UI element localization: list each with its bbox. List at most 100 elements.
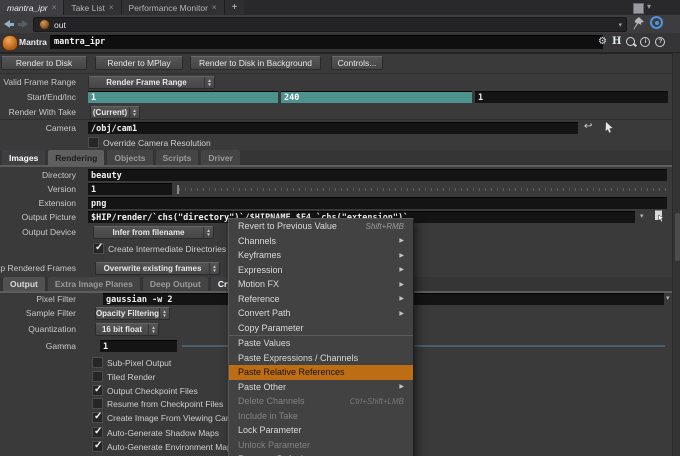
sub-pixel-output-checkbox[interactable]: ✓ <box>92 357 103 368</box>
auto-generate-environment-maps-checkbox[interactable]: ✓ <box>92 441 103 452</box>
radial-menu-icon[interactable] <box>650 16 663 29</box>
menu-item-channels[interactable]: Channels ▶ <box>229 234 413 249</box>
shortcut-label: Ctrl+Shift+LMB <box>350 397 404 406</box>
close-icon[interactable]: × <box>109 4 114 12</box>
tab-objects[interactable]: Objects <box>107 150 152 165</box>
select-operator-icon[interactable] <box>602 121 615 134</box>
output-picture-menu-caret-icon[interactable]: ▾ <box>640 211 644 223</box>
pane-tab-performance-monitor[interactable]: Performance Monitor × <box>122 0 225 15</box>
menu-item-lock-parameter[interactable]: Lock Parameter <box>229 423 413 438</box>
scrollbar-thumb[interactable] <box>675 213 680 261</box>
pin-icon[interactable] <box>632 17 644 30</box>
tiled-render-label: Tiled Render <box>107 372 155 382</box>
version-field[interactable]: 1 <box>88 183 172 195</box>
sample-filter-label: Sample Filter <box>26 307 76 320</box>
frame-inc-field[interactable]: 1 <box>475 91 668 103</box>
vertical-scrollbar[interactable] <box>672 53 680 456</box>
shortcut-label: Shift+RMB <box>366 222 404 231</box>
create-intermediate-directories-checkbox[interactable]: ✓ <box>93 243 104 254</box>
output-device-dropdown[interactable]: Infer from filename ▴▾ <box>93 226 214 239</box>
pane-tab-take-list[interactable]: Take List × <box>64 0 121 15</box>
pane-tab-mantra-ipr[interactable]: mantra_ipr × <box>0 0 64 15</box>
gamma-field[interactable]: 1 <box>100 340 177 352</box>
skip-rendered-frames-value: Overwrite existing frames <box>96 263 209 274</box>
pane-menu-caret-icon[interactable]: ▾ <box>647 2 651 11</box>
submenu-arrow-icon: ▶ <box>399 383 404 390</box>
override-camera-resolution-checkbox[interactable]: ✓ <box>88 137 99 148</box>
path-dropdown-caret-icon[interactable]: ▾ <box>618 21 622 29</box>
menu-item-delete-channels[interactable]: Delete Channels Ctrl+Shift+LMB <box>229 394 413 409</box>
jump-to-operator-icon[interactable]: ↩ <box>584 121 592 133</box>
submenu-arrow-icon: ▶ <box>399 237 404 244</box>
search-icon[interactable] <box>626 37 635 46</box>
menu-item-copy-parameter[interactable]: Copy Parameter <box>229 321 413 336</box>
parameter-context-menu: Revert to Previous Value Shift+RMB Chann… <box>228 218 414 456</box>
subtab-deep-output[interactable]: Deep Output <box>143 277 208 291</box>
menu-item-paste-values[interactable]: Paste Values <box>229 336 413 351</box>
camera-field[interactable]: /obj/cam1 <box>88 122 578 134</box>
pixel-filter-label: Pixel Filter <box>36 293 76 305</box>
new-pane-tab-button[interactable]: + <box>225 0 245 15</box>
sample-filter-dropdown[interactable]: Opacity Filtering ▴▾ <box>95 307 170 320</box>
maximize-pane-icon[interactable] <box>633 3 644 14</box>
close-icon[interactable]: × <box>212 4 217 12</box>
controls-button[interactable]: Controls... <box>331 56 383 70</box>
menu-item-paste-expressions-channels[interactable]: Paste Expressions / Channels <box>229 351 413 366</box>
tiled-render-checkbox[interactable]: ✓ <box>92 371 103 382</box>
frame-end-field[interactable]: 240 <box>281 91 472 103</box>
close-icon[interactable]: × <box>52 4 57 12</box>
subtab-extra-image-planes[interactable]: Extra Image Planes <box>48 277 140 291</box>
start-end-inc-label: Start/End/Inc <box>27 91 76 104</box>
menu-item-paste-other[interactable]: Paste Other ▶ <box>229 380 413 395</box>
node-name-field[interactable]: mantra_ipr <box>50 35 603 49</box>
info-icon[interactable]: i <box>640 37 650 47</box>
subtab-output[interactable]: Output <box>3 277 45 291</box>
tab-scripts[interactable]: Scripts <box>156 150 199 165</box>
resume-from-checkpoint-files-checkbox[interactable]: ✓ <box>92 398 103 409</box>
forward-arrow-icon[interactable] <box>18 20 28 28</box>
menu-item-include-in-take[interactable]: Include in Take <box>229 409 413 424</box>
menu-item-paste-relative-references[interactable]: Paste Relative References <box>229 365 413 380</box>
pane-tab-label: Take List <box>71 3 105 13</box>
skip-rendered-frames-label: Skip Rendered Frames <box>0 262 76 275</box>
gear-icon[interactable]: ⚙ <box>598 37 607 47</box>
output-checkpoint-files-checkbox[interactable]: ✓ <box>92 385 103 396</box>
menu-item-unlock-parameter[interactable]: Unlock Parameter <box>229 438 413 453</box>
menu-item-keyframes[interactable]: Keyframes ▶ <box>229 248 413 263</box>
tab-driver[interactable]: Driver <box>201 150 240 165</box>
create-image-from-viewing-camera-checkbox[interactable]: ✓ <box>92 412 103 423</box>
tab-rendering[interactable]: Rendering <box>48 150 104 165</box>
version-slider[interactable] <box>179 188 667 191</box>
dropdown-spinner-icon: ▴▾ <box>204 77 214 88</box>
menu-item-motion-fx[interactable]: Motion FX ▶ <box>229 277 413 292</box>
auto-generate-shadow-maps-checkbox[interactable]: ✓ <box>92 427 103 438</box>
render-to-mplay-button[interactable]: Render to MPlay <box>95 56 183 70</box>
submenu-arrow-icon: ▶ <box>399 266 404 273</box>
pane-tab-bar: mantra_ipr × Take List × Performance Mon… <box>0 0 680 15</box>
file-chooser-icon[interactable] <box>653 210 666 223</box>
frame-start-field[interactable]: 1 <box>88 91 278 103</box>
extension-field[interactable]: png <box>88 197 667 209</box>
quantization-dropdown[interactable]: 16 bit float ▴▾ <box>95 323 159 336</box>
skip-rendered-frames-dropdown[interactable]: Overwrite existing frames ▴▾ <box>95 262 220 275</box>
gamma-label: Gamma <box>46 340 76 352</box>
tab-images[interactable]: Images <box>2 150 45 165</box>
houdini-help-icon[interactable]: H <box>612 36 621 47</box>
menu-item-expression[interactable]: Expression ▶ <box>229 263 413 278</box>
render-with-take-dropdown[interactable]: (Current) ▴▾ <box>90 106 140 119</box>
menu-item-reference[interactable]: Reference ▶ <box>229 292 413 307</box>
menu-item-revert-to-defaults[interactable]: Revert to Defaults Ctrl+MMB <box>229 452 413 456</box>
render-to-disk-background-button[interactable]: Render to Disk in Background <box>190 56 321 70</box>
help-icon[interactable]: ? <box>655 37 665 47</box>
valid-frame-range-dropdown[interactable]: Render Frame Range ▴▾ <box>88 76 215 89</box>
version-slider-handle[interactable] <box>177 185 179 194</box>
render-to-disk-button[interactable]: Render to Disk <box>1 56 87 70</box>
directory-field[interactable]: beauty <box>88 169 667 181</box>
network-path-field[interactable]: out ▾ <box>33 17 627 32</box>
menu-item-convert-path[interactable]: Convert Path ▶ <box>229 306 413 321</box>
menu-item-revert-to-previous-value[interactable]: Revert to Previous Value Shift+RMB <box>229 219 413 234</box>
back-arrow-icon[interactable] <box>4 20 14 28</box>
dropdown-spinner-icon: ▴▾ <box>209 263 219 274</box>
pixel-filter-menu-caret-icon[interactable]: ▾ <box>666 293 670 305</box>
network-path: out <box>54 20 66 30</box>
